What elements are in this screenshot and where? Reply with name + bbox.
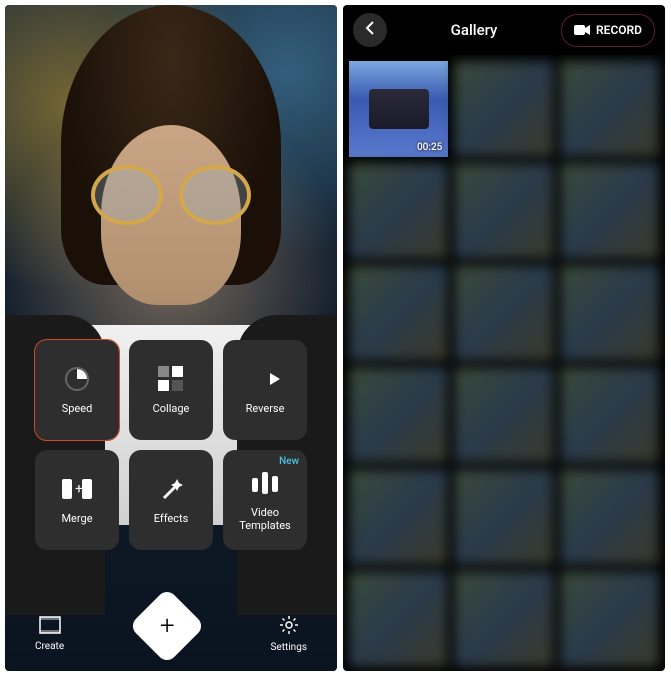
gallery-item[interactable]: [349, 571, 448, 667]
new-badge: New: [279, 456, 299, 467]
tool-grid: Speed Collage Reverse + Merge Effects: [35, 340, 307, 550]
svg-text:+: +: [75, 481, 83, 497]
plus-icon: +: [160, 611, 175, 641]
tool-label: Video Templates: [239, 506, 290, 532]
gallery-item[interactable]: [349, 265, 448, 361]
filmstrip-icon: [39, 616, 61, 637]
thumbnail-device: [369, 89, 429, 129]
tool-collage[interactable]: Collage: [129, 340, 213, 440]
effects-icon: [156, 474, 186, 504]
speed-icon: [62, 364, 92, 394]
record-label: RECORD: [596, 23, 642, 37]
tool-label: Reverse: [246, 402, 285, 415]
gear-icon: [279, 615, 299, 638]
nav-create[interactable]: Create: [35, 616, 64, 652]
gallery-title: Gallery: [451, 21, 498, 39]
tool-video-templates[interactable]: New Video Templates: [223, 450, 307, 550]
gallery-item[interactable]: [349, 469, 448, 565]
tool-merge[interactable]: + Merge: [35, 450, 119, 550]
tool-label: Speed: [62, 402, 93, 415]
gallery-item[interactable]: [560, 367, 659, 463]
lens-left: [91, 165, 163, 225]
reverse-icon: [250, 364, 280, 394]
editor-home-panel: Speed Collage Reverse + Merge Effects: [5, 5, 337, 671]
gallery-item[interactable]: [454, 163, 553, 259]
back-button[interactable]: [353, 13, 387, 47]
video-templates-icon: [250, 468, 280, 498]
gallery-grid: 00:25: [343, 55, 665, 671]
gallery-item[interactable]: [560, 571, 659, 667]
nav-label: Create: [35, 641, 64, 652]
bottom-nav: Create + Settings: [5, 607, 337, 661]
gallery-item[interactable]: [454, 571, 553, 667]
camera-icon: [574, 21, 590, 40]
nav-settings[interactable]: Settings: [270, 615, 307, 653]
gallery-panel: Gallery RECORD 00:25: [343, 5, 665, 671]
gallery-item[interactable]: [349, 163, 448, 259]
gallery-item[interactable]: [349, 367, 448, 463]
tool-effects[interactable]: Effects: [129, 450, 213, 550]
gallery-item[interactable]: [454, 61, 553, 157]
chevron-left-icon: [365, 20, 375, 40]
gallery-header: Gallery RECORD: [343, 5, 665, 55]
gallery-item[interactable]: [560, 61, 659, 157]
tool-speed[interactable]: Speed: [35, 340, 119, 440]
record-button[interactable]: RECORD: [561, 14, 655, 47]
tool-label: Effects: [154, 512, 189, 525]
merge-icon: +: [62, 474, 92, 504]
lens-right: [179, 165, 251, 225]
gallery-item[interactable]: [454, 265, 553, 361]
gallery-item[interactable]: [560, 469, 659, 565]
tool-label: Merge: [61, 512, 92, 525]
tool-label: Collage: [153, 402, 190, 415]
gallery-item[interactable]: [560, 163, 659, 259]
video-duration: 00:25: [417, 142, 442, 153]
gallery-item[interactable]: [560, 265, 659, 361]
gallery-item[interactable]: [454, 469, 553, 565]
gallery-item[interactable]: [454, 367, 553, 463]
nav-label: Settings: [270, 642, 307, 653]
collage-icon: [156, 364, 186, 394]
gallery-item-selected[interactable]: 00:25: [349, 61, 448, 157]
tool-reverse[interactable]: Reverse: [223, 340, 307, 440]
hero-glasses: [91, 165, 251, 225]
